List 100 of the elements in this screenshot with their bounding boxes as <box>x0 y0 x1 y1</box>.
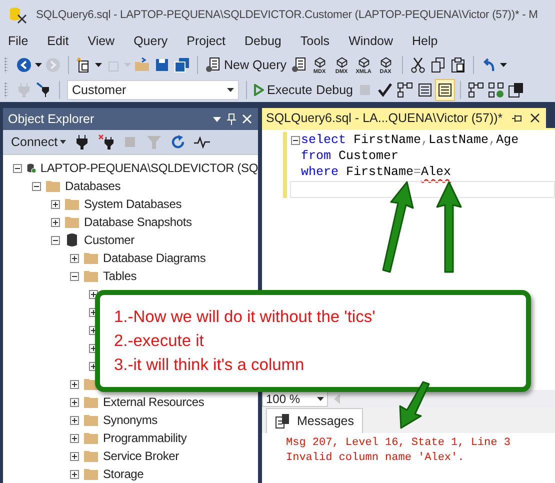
folder-icon <box>83 269 99 283</box>
error-message: Msg 207, Level 16, State 1, Line 3 <box>286 437 512 451</box>
plug-icon <box>36 82 52 98</box>
caret-icon <box>95 63 102 67</box>
collapse-icon <box>32 182 41 190</box>
expand-icon <box>70 380 79 388</box>
menu-item[interactable]: Window <box>348 32 394 50</box>
pin-icon <box>510 114 522 122</box>
code-text: LastName <box>428 133 489 147</box>
back-icon <box>16 57 32 73</box>
tree-item[interactable]: External Resources <box>103 395 204 409</box>
expand-icon <box>51 218 60 226</box>
menu-item[interactable]: Tools <box>300 32 330 50</box>
folder-icon <box>83 467 99 481</box>
tree-item[interactable]: Database Diagrams <box>103 251 206 265</box>
caret-icon <box>213 116 221 122</box>
execute-button[interactable]: Execute <box>252 79 314 101</box>
folder-icon <box>83 413 99 427</box>
expand-icon <box>70 452 79 460</box>
save-all-icon <box>174 57 190 73</box>
new-query-button[interactable]: New Query <box>203 54 289 76</box>
expand-icon <box>70 434 79 442</box>
connect-button[interactable]: Connect <box>11 135 66 149</box>
tree-item[interactable]: Synonyms <box>103 413 158 427</box>
menu-item[interactable]: Query <box>134 32 168 50</box>
menu-item[interactable]: Help <box>412 32 438 50</box>
expand-icon <box>70 470 79 478</box>
panel-title: Object Explorer <box>8 112 94 126</box>
menu-item[interactable]: Debug <box>244 32 282 50</box>
code-text: FirstName <box>345 165 414 179</box>
calculator-icon <box>508 82 524 98</box>
code-text: Customer <box>338 149 399 163</box>
database-dropdown[interactable]: Customer <box>67 80 239 100</box>
error-token: Alex <box>421 165 452 179</box>
tree-item[interactable]: Customer <box>84 233 134 247</box>
tree-item[interactable]: Tables <box>103 269 136 283</box>
folder-icon <box>64 197 80 211</box>
caret-icon <box>60 140 66 144</box>
tree-item[interactable]: Database Snapshots <box>84 215 192 229</box>
menu-item[interactable]: Project <box>186 32 226 50</box>
caret-icon <box>500 63 507 67</box>
code-text: , <box>421 133 429 147</box>
save-icon <box>154 57 170 73</box>
expand-icon <box>51 200 60 208</box>
menu-item[interactable]: View <box>88 32 115 50</box>
annotation-text: 3.-it will think it's a column <box>114 355 306 376</box>
expand-icon <box>70 398 79 406</box>
folder-icon <box>45 179 61 193</box>
annotation-text: 1.-Now we will do it without the 'tics' <box>114 307 376 328</box>
filter-icon <box>146 134 162 150</box>
expand-icon <box>70 254 79 262</box>
collapse-icon <box>13 164 22 172</box>
code-text: , <box>488 133 496 147</box>
tree-item[interactable]: System Databases <box>84 197 182 211</box>
document-tab[interactable]: SQLQuery6.sql - LA...QUENA\Victor (57))* <box>262 108 546 128</box>
undo-icon <box>480 57 497 73</box>
activity-icon <box>194 134 210 150</box>
sql-keyword: where <box>301 165 339 179</box>
messages-icon <box>275 413 291 429</box>
close-icon <box>530 113 540 123</box>
pin-icon <box>227 113 236 125</box>
collapse-icon[interactable] <box>291 136 300 144</box>
folder-icon <box>83 431 99 445</box>
diagram-icon <box>397 82 414 98</box>
diagram-icon <box>488 82 504 98</box>
results-icon <box>417 82 434 98</box>
window-title: SQLQuery6.sql - LAPTOP-PEQUENA\SQLDEVICTOR.Customer (LAPTOP-PEQUENA\Victor (57))* - M <box>36 9 538 21</box>
scroll-left-icon <box>334 394 340 404</box>
tree-item[interactable]: Storage <box>103 467 144 481</box>
tree-item[interactable]: Databases <box>65 179 121 193</box>
menu-item[interactable]: File <box>8 32 28 50</box>
database-icon <box>64 232 80 248</box>
toolbar-grip[interactable] <box>4 57 8 73</box>
tree-item[interactable]: Programmability <box>103 431 187 445</box>
toolbar-button[interactable] <box>435 79 456 101</box>
toolbar-grip[interactable] <box>4 82 8 98</box>
refresh-icon <box>170 134 186 150</box>
menu-item[interactable]: Edit <box>47 32 69 50</box>
expand-icon <box>70 416 79 424</box>
tree-item[interactable]: LAPTOP-PEQUENA\SQLDEVICTOR (SQ <box>40 161 258 175</box>
check-icon <box>377 82 394 98</box>
tree-item[interactable]: Service Broker <box>103 449 179 463</box>
collapse-icon <box>70 272 79 280</box>
code-text: Age <box>496 133 519 147</box>
diagram-icon <box>468 82 484 98</box>
debug-button[interactable]: Debug <box>314 79 356 101</box>
folder-icon <box>83 251 99 265</box>
folder-icon <box>83 449 99 463</box>
folder-icon <box>83 395 99 409</box>
sql-keyword: select <box>301 133 346 147</box>
app-logo-icon <box>8 5 28 25</box>
caret-icon <box>35 63 42 67</box>
caret-icon <box>227 88 234 92</box>
messages-tab[interactable]: Messages <box>266 408 363 433</box>
disconnect-icon <box>98 134 114 150</box>
folder-icon <box>134 57 150 73</box>
copy-icon <box>430 57 446 73</box>
error-message: Invalid column name 'Alex'. <box>286 452 466 466</box>
collapse-icon <box>51 236 60 244</box>
plug-icon <box>74 134 90 150</box>
